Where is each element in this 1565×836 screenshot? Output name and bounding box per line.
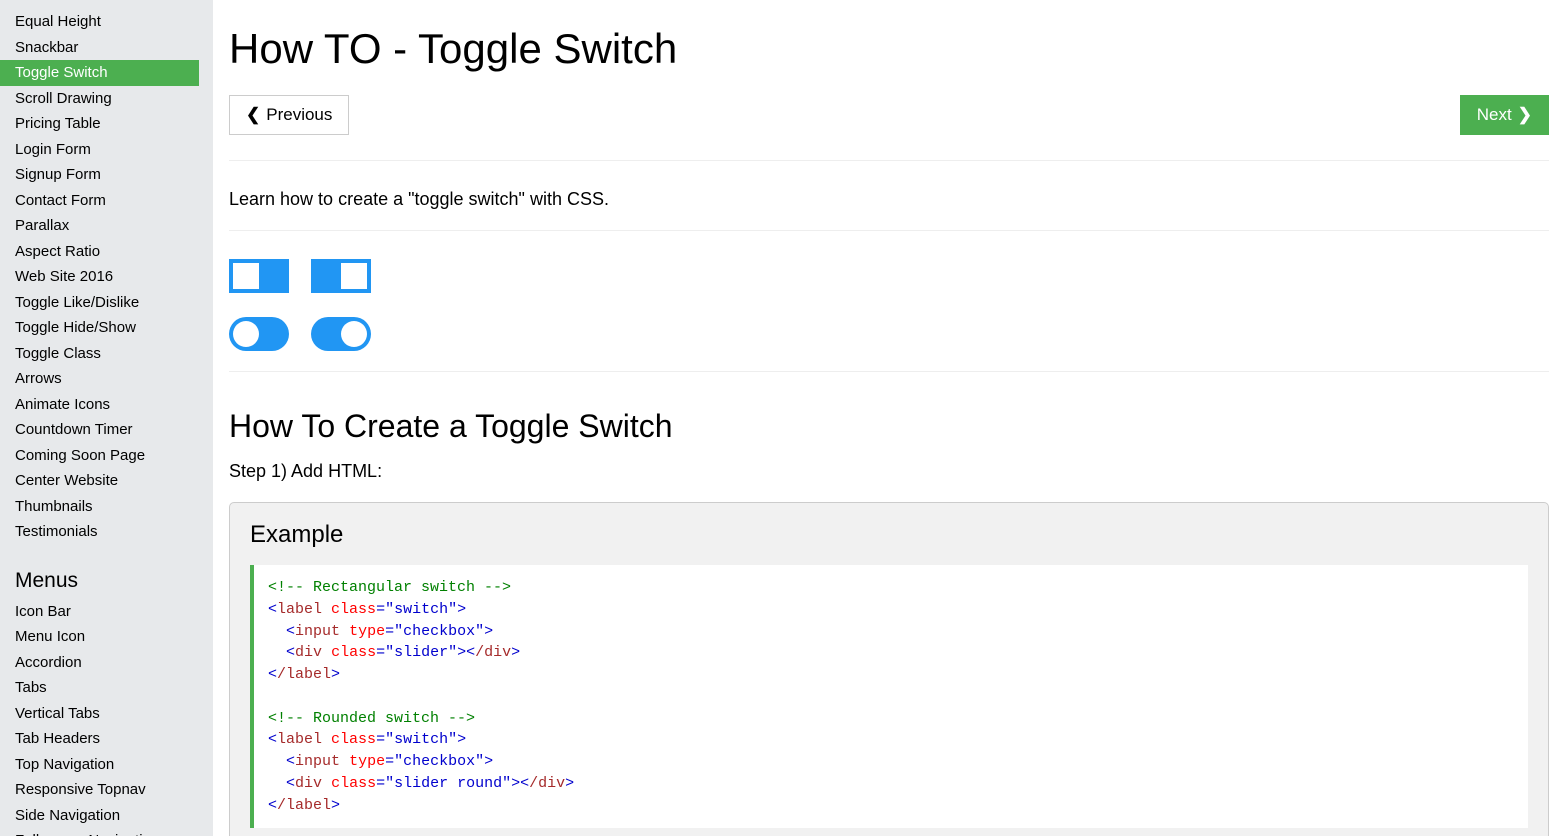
toggle-switch-square-on[interactable]: [311, 259, 371, 293]
sidebar-item-tab-headers[interactable]: Tab Headers: [0, 726, 199, 752]
sidebar-item-vertical-tabs[interactable]: Vertical Tabs: [0, 701, 199, 727]
sidebar-item-contact-form[interactable]: Contact Form: [0, 188, 199, 214]
divider: [229, 371, 1549, 372]
sidebar-item-toggle-switch[interactable]: Toggle Switch: [0, 60, 199, 86]
sidebar-item-equal-height[interactable]: Equal Height: [0, 9, 199, 35]
sidebar-item-login-form[interactable]: Login Form: [0, 137, 199, 163]
section-heading: How To Create a Toggle Switch: [229, 408, 1549, 445]
sidebar-section-menus: Menus: [0, 559, 199, 599]
sidebar-item-parallax[interactable]: Parallax: [0, 213, 199, 239]
toggle-switch-round-on[interactable]: [311, 317, 371, 351]
toggle-demo-row-square: [229, 259, 1549, 293]
sidebar-item-tabs[interactable]: Tabs: [0, 675, 199, 701]
sidebar-item-web-site-2016[interactable]: Web Site 2016: [0, 264, 199, 290]
sidebar-item-toggle-like-dislike[interactable]: Toggle Like/Dislike: [0, 290, 199, 316]
sidebar-item-animate-icons[interactable]: Animate Icons: [0, 392, 199, 418]
chevron-left-icon: ❮: [246, 105, 260, 125]
sidebar-item-signup-form[interactable]: Signup Form: [0, 162, 199, 188]
example-box: Example <!-- Rectangular switch --> <lab…: [229, 502, 1549, 836]
toggle-demo-row-round: [229, 317, 1549, 351]
chevron-right-icon: ❯: [1518, 105, 1532, 125]
sidebar-item-toggle-class[interactable]: Toggle Class: [0, 341, 199, 367]
sidebar-item-countdown-timer[interactable]: Countdown Timer: [0, 417, 199, 443]
next-label: Next: [1477, 105, 1512, 125]
sidebar-item-thumbnails[interactable]: Thumbnails: [0, 494, 199, 520]
sidebar-item-accordion[interactable]: Accordion: [0, 650, 199, 676]
sidebar[interactable]: Equal Height Snackbar Toggle Switch Scro…: [0, 0, 213, 836]
divider: [229, 160, 1549, 161]
divider: [229, 230, 1549, 231]
sidebar-item-scroll-drawing[interactable]: Scroll Drawing: [0, 86, 199, 112]
main-content: How TO - Toggle Switch ❮ Previous Next ❯…: [213, 0, 1565, 836]
intro-text: Learn how to create a "toggle switch" wi…: [229, 189, 1549, 210]
toggle-switch-round-off[interactable]: [229, 317, 289, 351]
sidebar-item-snackbar[interactable]: Snackbar: [0, 35, 199, 61]
sidebar-item-testimonials[interactable]: Testimonials: [0, 519, 199, 545]
sidebar-item-menu-icon[interactable]: Menu Icon: [0, 624, 199, 650]
sidebar-item-pricing-table[interactable]: Pricing Table: [0, 111, 199, 137]
sidebar-item-aspect-ratio[interactable]: Aspect Ratio: [0, 239, 199, 265]
sidebar-item-responsive-topnav[interactable]: Responsive Topnav: [0, 777, 199, 803]
page-title: How TO - Toggle Switch: [229, 25, 1549, 73]
sidebar-item-icon-bar[interactable]: Icon Bar: [0, 599, 199, 625]
step-1-text: Step 1) Add HTML:: [229, 461, 1549, 482]
sidebar-item-toggle-hide-show[interactable]: Toggle Hide/Show: [0, 315, 199, 341]
sidebar-item-side-navigation[interactable]: Side Navigation: [0, 803, 199, 829]
sidebar-item-coming-soon-page[interactable]: Coming Soon Page: [0, 443, 199, 469]
sidebar-item-arrows[interactable]: Arrows: [0, 366, 199, 392]
sidebar-item-center-website[interactable]: Center Website: [0, 468, 199, 494]
toggle-switch-square-off[interactable]: [229, 259, 289, 293]
example-title: Example: [250, 521, 1528, 549]
next-button[interactable]: Next ❯: [1460, 95, 1549, 135]
code-block: <!-- Rectangular switch --> <label class…: [250, 565, 1528, 828]
page-nav-row: ❮ Previous Next ❯: [229, 95, 1549, 135]
previous-button[interactable]: ❮ Previous: [229, 95, 349, 135]
previous-label: Previous: [266, 105, 332, 125]
sidebar-item-fullscreen-navigation[interactable]: Fullscreen Navigation: [0, 828, 199, 836]
sidebar-item-top-navigation[interactable]: Top Navigation: [0, 752, 199, 778]
